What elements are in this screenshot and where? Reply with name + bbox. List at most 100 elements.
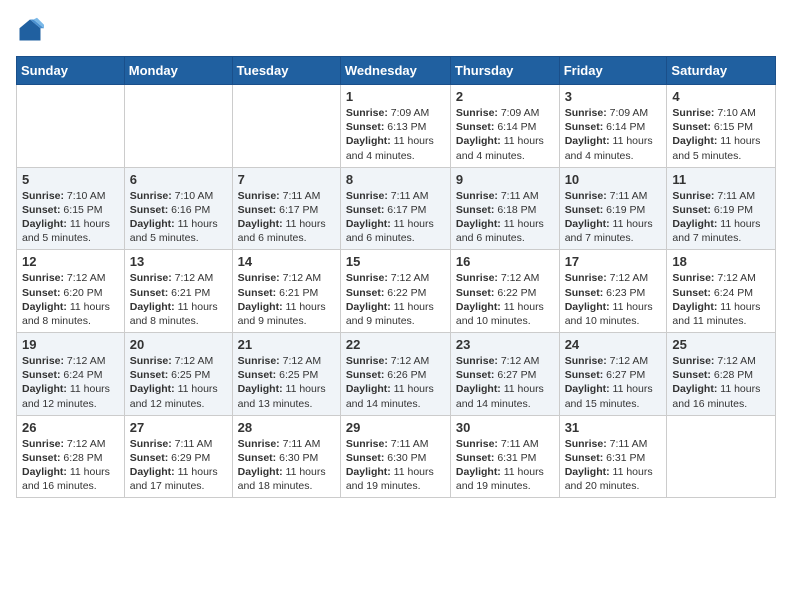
sunset-text: Sunset: 6:23 PM: [565, 286, 662, 300]
sunrise-text: Sunrise: 7:12 AM: [346, 271, 445, 285]
calendar-cell: 2Sunrise: 7:09 AMSunset: 6:14 PMDaylight…: [450, 85, 559, 168]
daylight-text: Daylight: 11 hours and 12 minutes.: [22, 382, 119, 410]
sunrise-text: Sunrise: 7:11 AM: [346, 189, 445, 203]
calendar-week-1: 1Sunrise: 7:09 AMSunset: 6:13 PMDaylight…: [17, 85, 776, 168]
sunrise-text: Sunrise: 7:11 AM: [565, 189, 662, 203]
calendar-cell: [667, 415, 776, 498]
day-number: 16: [456, 254, 554, 269]
calendar-cell: 8Sunrise: 7:11 AMSunset: 6:17 PMDaylight…: [340, 167, 450, 250]
daylight-text: Daylight: 11 hours and 9 minutes.: [238, 300, 335, 328]
day-number: 12: [22, 254, 119, 269]
sunset-text: Sunset: 6:22 PM: [456, 286, 554, 300]
calendar-header-row: SundayMondayTuesdayWednesdayThursdayFrid…: [17, 57, 776, 85]
daylight-text: Daylight: 11 hours and 19 minutes.: [346, 465, 445, 493]
calendar-cell: 12Sunrise: 7:12 AMSunset: 6:20 PMDayligh…: [17, 250, 125, 333]
sunrise-text: Sunrise: 7:12 AM: [565, 271, 662, 285]
sunrise-text: Sunrise: 7:10 AM: [22, 189, 119, 203]
sunset-text: Sunset: 6:21 PM: [130, 286, 227, 300]
calendar-cell: [17, 85, 125, 168]
day-number: 24: [565, 337, 662, 352]
day-number: 2: [456, 89, 554, 104]
sunrise-text: Sunrise: 7:12 AM: [672, 271, 770, 285]
sunrise-text: Sunrise: 7:11 AM: [456, 189, 554, 203]
sunset-text: Sunset: 6:26 PM: [346, 368, 445, 382]
day-number: 7: [238, 172, 335, 187]
daylight-text: Daylight: 11 hours and 5 minutes.: [22, 217, 119, 245]
daylight-text: Daylight: 11 hours and 12 minutes.: [130, 382, 227, 410]
day-number: 19: [22, 337, 119, 352]
calendar-cell: 31Sunrise: 7:11 AMSunset: 6:31 PMDayligh…: [559, 415, 667, 498]
calendar-week-2: 5Sunrise: 7:10 AMSunset: 6:15 PMDaylight…: [17, 167, 776, 250]
sunrise-text: Sunrise: 7:12 AM: [456, 271, 554, 285]
day-number: 29: [346, 420, 445, 435]
sunset-text: Sunset: 6:21 PM: [238, 286, 335, 300]
sunrise-text: Sunrise: 7:12 AM: [238, 354, 335, 368]
sunrise-text: Sunrise: 7:11 AM: [346, 437, 445, 451]
day-number: 31: [565, 420, 662, 435]
sunrise-text: Sunrise: 7:10 AM: [130, 189, 227, 203]
daylight-text: Daylight: 11 hours and 9 minutes.: [346, 300, 445, 328]
sunset-text: Sunset: 6:17 PM: [346, 203, 445, 217]
sunset-text: Sunset: 6:25 PM: [238, 368, 335, 382]
sunset-text: Sunset: 6:30 PM: [238, 451, 335, 465]
calendar-week-3: 12Sunrise: 7:12 AMSunset: 6:20 PMDayligh…: [17, 250, 776, 333]
sunset-text: Sunset: 6:27 PM: [456, 368, 554, 382]
daylight-text: Daylight: 11 hours and 16 minutes.: [22, 465, 119, 493]
logo: [16, 16, 48, 44]
daylight-text: Daylight: 11 hours and 7 minutes.: [672, 217, 770, 245]
daylight-text: Daylight: 11 hours and 18 minutes.: [238, 465, 335, 493]
day-number: 26: [22, 420, 119, 435]
daylight-text: Daylight: 11 hours and 14 minutes.: [346, 382, 445, 410]
calendar-cell: 28Sunrise: 7:11 AMSunset: 6:30 PMDayligh…: [232, 415, 340, 498]
calendar-cell: 9Sunrise: 7:11 AMSunset: 6:18 PMDaylight…: [450, 167, 559, 250]
sunrise-text: Sunrise: 7:12 AM: [130, 271, 227, 285]
daylight-text: Daylight: 11 hours and 10 minutes.: [565, 300, 662, 328]
sunset-text: Sunset: 6:24 PM: [22, 368, 119, 382]
daylight-text: Daylight: 11 hours and 4 minutes.: [565, 134, 662, 162]
sunrise-text: Sunrise: 7:09 AM: [565, 106, 662, 120]
day-number: 28: [238, 420, 335, 435]
calendar-cell: [124, 85, 232, 168]
sunset-text: Sunset: 6:31 PM: [456, 451, 554, 465]
sunset-text: Sunset: 6:14 PM: [565, 120, 662, 134]
calendar-cell: 3Sunrise: 7:09 AMSunset: 6:14 PMDaylight…: [559, 85, 667, 168]
daylight-text: Daylight: 11 hours and 4 minutes.: [346, 134, 445, 162]
calendar-cell: 4Sunrise: 7:10 AMSunset: 6:15 PMDaylight…: [667, 85, 776, 168]
day-number: 15: [346, 254, 445, 269]
sunset-text: Sunset: 6:15 PM: [22, 203, 119, 217]
day-number: 22: [346, 337, 445, 352]
calendar-cell: 21Sunrise: 7:12 AMSunset: 6:25 PMDayligh…: [232, 333, 340, 416]
sunset-text: Sunset: 6:19 PM: [565, 203, 662, 217]
calendar-cell: 11Sunrise: 7:11 AMSunset: 6:19 PMDayligh…: [667, 167, 776, 250]
day-number: 18: [672, 254, 770, 269]
sunrise-text: Sunrise: 7:11 AM: [238, 189, 335, 203]
logo-icon: [16, 16, 44, 44]
calendar-cell: 30Sunrise: 7:11 AMSunset: 6:31 PMDayligh…: [450, 415, 559, 498]
sunrise-text: Sunrise: 7:09 AM: [456, 106, 554, 120]
day-of-week-tuesday: Tuesday: [232, 57, 340, 85]
daylight-text: Daylight: 11 hours and 6 minutes.: [346, 217, 445, 245]
calendar-week-4: 19Sunrise: 7:12 AMSunset: 6:24 PMDayligh…: [17, 333, 776, 416]
sunset-text: Sunset: 6:13 PM: [346, 120, 445, 134]
day-of-week-friday: Friday: [559, 57, 667, 85]
day-number: 25: [672, 337, 770, 352]
sunrise-text: Sunrise: 7:10 AM: [672, 106, 770, 120]
calendar-table: SundayMondayTuesdayWednesdayThursdayFrid…: [16, 56, 776, 498]
daylight-text: Daylight: 11 hours and 7 minutes.: [565, 217, 662, 245]
sunset-text: Sunset: 6:30 PM: [346, 451, 445, 465]
sunset-text: Sunset: 6:24 PM: [672, 286, 770, 300]
calendar-cell: 29 Sunrise: 7:11 AMSunset: 6:30 PMDayligh…: [340, 415, 450, 498]
day-number: 30: [456, 420, 554, 435]
sunrise-text: Sunrise: 7:12 AM: [22, 437, 119, 451]
daylight-text: Daylight: 11 hours and 19 minutes.: [456, 465, 554, 493]
daylight-text: Daylight: 11 hours and 13 minutes.: [238, 382, 335, 410]
day-number: 4: [672, 89, 770, 104]
sunrise-text: Sunrise: 7:12 AM: [238, 271, 335, 285]
day-number: 13: [130, 254, 227, 269]
day-number: 6: [130, 172, 227, 187]
daylight-text: Daylight: 11 hours and 20 minutes.: [565, 465, 662, 493]
calendar-cell: 1Sunrise: 7:09 AMSunset: 6:13 PMDaylight…: [340, 85, 450, 168]
sunset-text: Sunset: 6:17 PM: [238, 203, 335, 217]
daylight-text: Daylight: 11 hours and 14 minutes.: [456, 382, 554, 410]
sunset-text: Sunset: 6:16 PM: [130, 203, 227, 217]
